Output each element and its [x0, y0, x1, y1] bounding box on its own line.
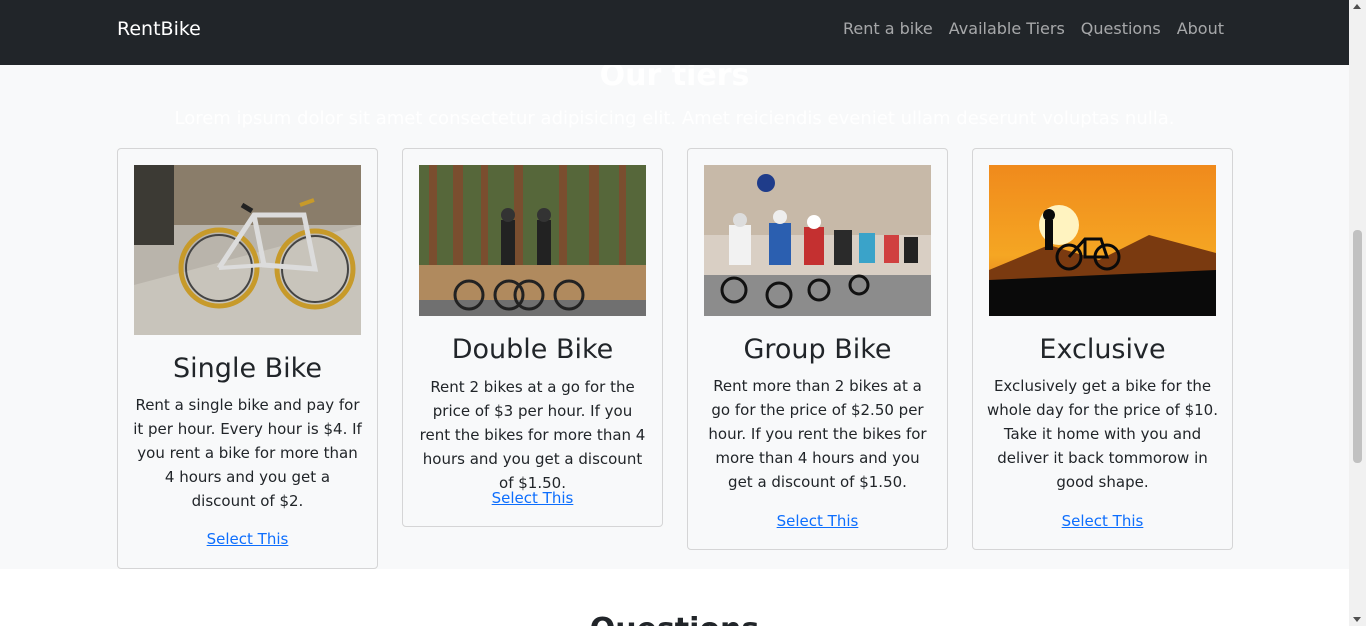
next-section-title: Questions [0, 612, 1349, 626]
nav-links: Rent a bike Available Tiers Questions Ab… [843, 19, 1224, 38]
card-title: Double Bike [451, 334, 614, 365]
select-exclusive-link[interactable]: Select This [973, 512, 1232, 530]
tiers-subtitle: Lorem ipsum dolor sit amet consectetur a… [174, 108, 1175, 129]
scroll-down-icon[interactable] [1353, 617, 1361, 622]
nav-questions[interactable]: Questions [1081, 19, 1161, 38]
card-description: Rent 2 bikes at a go for the price of $3… [419, 378, 646, 492]
nav-rent-a-bike[interactable]: Rent a bike [843, 19, 933, 38]
tier-card-single: Single Bike Rent a single bike and pay f… [117, 148, 378, 569]
group-bike-image [704, 165, 931, 316]
tier-card-group: Group Bike Rent more than 2 bikes at a g… [687, 148, 948, 550]
select-double-bike-link[interactable]: Select This [403, 489, 662, 507]
scroll-up-icon[interactable] [1353, 4, 1361, 9]
card-description: Rent a single bike and pay for it per ho… [133, 396, 362, 510]
nav-available-tiers[interactable]: Available Tiers [949, 19, 1065, 38]
tier-card-double: Double Bike Rent 2 bikes at a go for the… [402, 148, 663, 527]
double-bike-image [419, 165, 646, 316]
brand-logo[interactable]: RentBike [117, 18, 201, 40]
card-description: Rent more than 2 bikes at a go for the p… [708, 377, 927, 491]
card-title: Exclusive [1039, 334, 1166, 365]
exclusive-bike-image [989, 165, 1216, 316]
tier-card-exclusive: Exclusive Exclusively get a bike for the… [972, 148, 1233, 550]
scroll-thumb[interactable] [1353, 230, 1362, 463]
tiers-section: Our tiers Lorem ipsum dolor sit amet con… [0, 0, 1349, 569]
card-title: Single Bike [173, 353, 322, 384]
single-bike-image [134, 165, 361, 335]
select-group-bike-link[interactable]: Select This [688, 512, 947, 530]
page-scrollbar[interactable] [1349, 0, 1366, 626]
top-navbar: RentBike Rent a bike Available Tiers Que… [0, 0, 1349, 65]
nav-about[interactable]: About [1177, 19, 1224, 38]
card-title: Group Bike [743, 334, 892, 365]
select-single-bike-link[interactable]: Select This [118, 530, 377, 548]
card-description: Exclusively get a bike for the whole day… [987, 377, 1218, 491]
